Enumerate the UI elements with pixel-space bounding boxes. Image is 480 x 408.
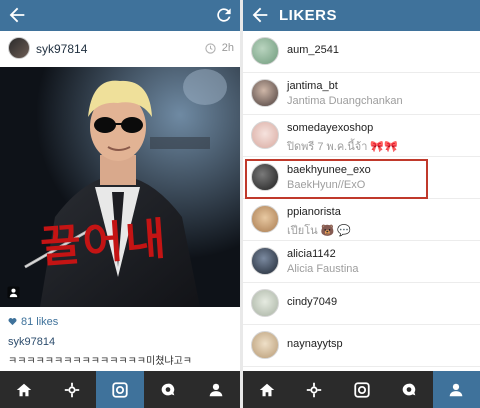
profile-icon [450, 383, 463, 396]
camera-icon [112, 381, 128, 398]
liker-row[interactable]: aum_2541 [243, 31, 480, 73]
nav-activity[interactable] [385, 371, 432, 408]
photo-illustration [0, 67, 240, 307]
camera-icon [353, 381, 370, 398]
liker-username[interactable]: alicia1142 [287, 248, 336, 260]
heart-icon [8, 318, 17, 326]
nav-home[interactable] [243, 371, 290, 408]
user-tag-icon[interactable] [7, 286, 20, 299]
nav-explore[interactable] [48, 371, 96, 408]
liker-row[interactable]: jantima_bt Jantima Duangchankan [243, 73, 480, 115]
likers-app-bar: LIKERS [243, 0, 480, 31]
post-photo[interactable]: 끌어내 [0, 67, 240, 307]
photo-overlay-text: 끌어내 [38, 214, 170, 273]
likes-label: 81 likes [21, 316, 59, 328]
home-icon [259, 383, 274, 396]
liker-username[interactable]: naynayytsp [287, 338, 343, 350]
nav-camera[interactable] [96, 371, 144, 408]
liker-row[interactable]: cindy7049 [243, 283, 480, 325]
nav-camera[interactable] [338, 371, 385, 408]
nav-explore[interactable] [290, 371, 337, 408]
avatar[interactable] [251, 37, 279, 65]
arrow-left-icon[interactable] [249, 4, 271, 26]
liker-username[interactable]: jantima_bt [287, 80, 338, 92]
clock-icon [205, 43, 216, 54]
liker-row[interactable]: somedayexoshop ปิดพรี 7 พ.ค.นี้จ้า 🎀🎀 [243, 115, 480, 157]
activity-icon [161, 383, 175, 395]
avatar[interactable] [251, 247, 279, 275]
caption-text: ㅋㅋㅋㅋㅋㅋㅋㅋㅋㅋㅋㅋㅋㅋㅋ미쳤냐고ㅋ [8, 356, 192, 367]
liker-username[interactable]: ppianorista [287, 206, 341, 218]
home-icon [16, 383, 32, 396]
liker-fullname: Alicia Faustina [287, 263, 359, 275]
likers-list: aum_2541 jantima_bt Jantima Duangchankan… [243, 31, 480, 371]
liker-row[interactable]: alicia1142 Alicia Faustina [243, 241, 480, 283]
avatar[interactable] [251, 79, 279, 107]
avatar[interactable] [8, 37, 30, 59]
post-time: 2h [221, 42, 234, 54]
refresh-icon[interactable] [214, 5, 234, 25]
avatar[interactable] [251, 331, 279, 359]
likes-count[interactable]: 81 likes [8, 316, 58, 328]
avatar[interactable] [251, 121, 279, 149]
post-header: syk97814 2h [0, 31, 240, 67]
arrow-left-icon[interactable] [6, 4, 28, 26]
liker-row[interactable]: naynayytsp [243, 325, 480, 367]
row-divider [243, 366, 480, 367]
caption-username[interactable]: syk97814 [8, 336, 55, 348]
nav-profile[interactable] [192, 371, 240, 408]
post-screen: syk97814 2h 끌어내 81 likes syk97814 ㅋㅋㅋㅋㅋㅋ… [0, 0, 240, 408]
activity-icon [402, 383, 416, 395]
nav-profile[interactable] [432, 371, 480, 408]
likers-screen: LIKERS aum_2541 jantima_bt Jantima Duang… [243, 0, 480, 408]
nav-activity[interactable] [144, 371, 192, 408]
profile-icon [209, 383, 223, 396]
liker-fullname: ปิดพรี 7 พ.ค.นี้จ้า 🎀🎀 [287, 141, 398, 153]
post-username[interactable]: syk97814 [36, 42, 87, 56]
explore-icon [64, 382, 80, 397]
bottom-nav [0, 371, 240, 408]
liker-username[interactable]: somedayexoshop [287, 122, 373, 134]
highlight-box [245, 159, 428, 199]
nav-home[interactable] [0, 371, 48, 408]
bottom-nav [243, 371, 480, 408]
liker-fullname: Jantima Duangchankan [287, 95, 403, 107]
liker-username[interactable]: cindy7049 [287, 296, 337, 308]
liker-row[interactable]: ppianorista เปียโน 🐻 💬 [243, 199, 480, 241]
explore-icon [306, 382, 322, 397]
page-title: LIKERS [279, 7, 338, 24]
liker-username[interactable]: aum_2541 [287, 44, 339, 56]
post-app-bar [0, 0, 240, 31]
avatar[interactable] [251, 205, 279, 233]
avatar[interactable] [251, 289, 279, 317]
liker-fullname: เปียโน 🐻 💬 [287, 225, 352, 237]
